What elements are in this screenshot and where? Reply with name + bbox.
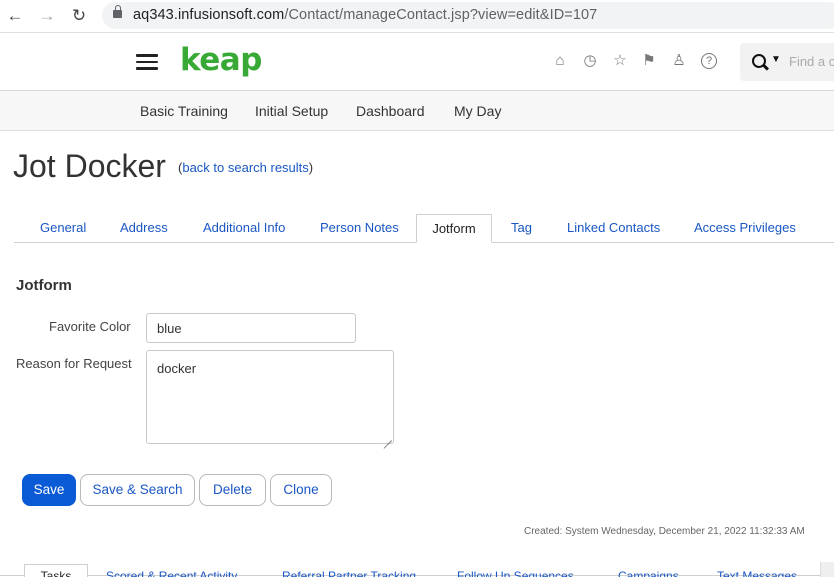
forward-arrow-icon[interactable]: →: [36, 5, 58, 27]
bottom-tab-scored-activity[interactable]: Scored & Recent Activity: [106, 569, 237, 577]
url-host: aq343.infusionsoft.com: [133, 7, 285, 23]
tab-jotform[interactable]: Jotform: [416, 214, 492, 243]
save-search-button[interactable]: Save & Search: [80, 474, 195, 506]
flag-icon[interactable]: ⚑: [640, 52, 658, 70]
bottom-tab-campaigns[interactable]: Campaigns: [618, 569, 679, 577]
reload-icon[interactable]: ↻: [68, 5, 90, 27]
scroll-arrow[interactable]: [820, 562, 834, 577]
tab-tag[interactable]: Tag: [511, 220, 532, 235]
search-icon[interactable]: [752, 54, 766, 68]
url-path: /Contact/manageContact.jsp?view=edit&ID=…: [284, 7, 598, 23]
favorite-color-label: Favorite Color: [49, 319, 131, 334]
browser-toolbar: ← → ↻ aq343.infusionsoft.com/Contact/man…: [0, 0, 834, 33]
nav-basic-training[interactable]: Basic Training: [140, 103, 228, 119]
delete-button[interactable]: Delete: [199, 474, 266, 506]
back-to-search-link[interactable]: back to search results: [182, 160, 308, 175]
clone-button[interactable]: Clone: [270, 474, 332, 506]
bottom-tab-follow-up[interactable]: Follow Up Sequences: [457, 569, 574, 577]
tab-linked-contacts[interactable]: Linked Contacts: [567, 220, 660, 235]
url-text: aq343.infusionsoft.com/Contact/manageCon…: [133, 7, 597, 23]
history-icon[interactable]: ◷: [581, 52, 599, 70]
save-button[interactable]: Save: [22, 474, 76, 506]
reason-label: Reason for Request: [16, 356, 132, 371]
help-icon[interactable]: ?: [701, 53, 717, 69]
star-icon[interactable]: ☆: [611, 52, 629, 70]
sub-navigation: Basic Training Initial Setup Dashboard M…: [0, 91, 834, 131]
bottom-tab-text-messages[interactable]: Text Messages: [717, 569, 797, 577]
nav-my-day[interactable]: My Day: [454, 103, 501, 119]
hamburger-menu-icon[interactable]: [136, 54, 158, 70]
search-box[interactable]: ▼ Find a c: [740, 43, 834, 81]
favorite-color-field[interactable]: [146, 313, 356, 343]
tab-additional-info[interactable]: Additional Info: [203, 220, 285, 235]
bottom-tab-referral-partner[interactable]: Referral Partner Tracking: [282, 569, 416, 577]
tab-address[interactable]: Address: [120, 220, 168, 235]
bottom-tab-tasks[interactable]: Tasks: [24, 564, 88, 577]
keap-logo[interactable]: keap: [180, 42, 262, 78]
tab-access-privileges[interactable]: Access Privileges: [694, 220, 796, 235]
nav-dashboard[interactable]: Dashboard: [356, 103, 425, 119]
back-link-close-paren: ): [308, 160, 314, 175]
search-placeholder[interactable]: Find a c: [789, 54, 834, 69]
resize-handle-icon[interactable]: [383, 432, 392, 441]
chevron-down-icon[interactable]: ▼: [771, 54, 781, 65]
back-arrow-icon[interactable]: ←: [4, 5, 26, 27]
app-header: keap ⌂ ◷ ☆ ⚑ ♙ ? ▼ Find a c: [0, 33, 834, 91]
tab-general[interactable]: General: [40, 220, 86, 235]
back-link-wrapper: (back to search results): [178, 160, 313, 175]
user-icon[interactable]: ♙: [670, 52, 688, 70]
created-info: Created: System Wednesday, December 21, …: [524, 526, 805, 537]
nav-initial-setup[interactable]: Initial Setup: [255, 103, 328, 119]
lock-icon: [113, 5, 122, 18]
reason-field[interactable]: docker: [146, 350, 394, 444]
address-bar[interactable]: aq343.infusionsoft.com/Contact/manageCon…: [102, 2, 834, 29]
tab-person-notes[interactable]: Person Notes: [320, 220, 399, 235]
page-title: Jot Docker: [13, 148, 166, 184]
section-title: Jotform: [16, 277, 72, 294]
home-icon[interactable]: ⌂: [551, 52, 569, 70]
